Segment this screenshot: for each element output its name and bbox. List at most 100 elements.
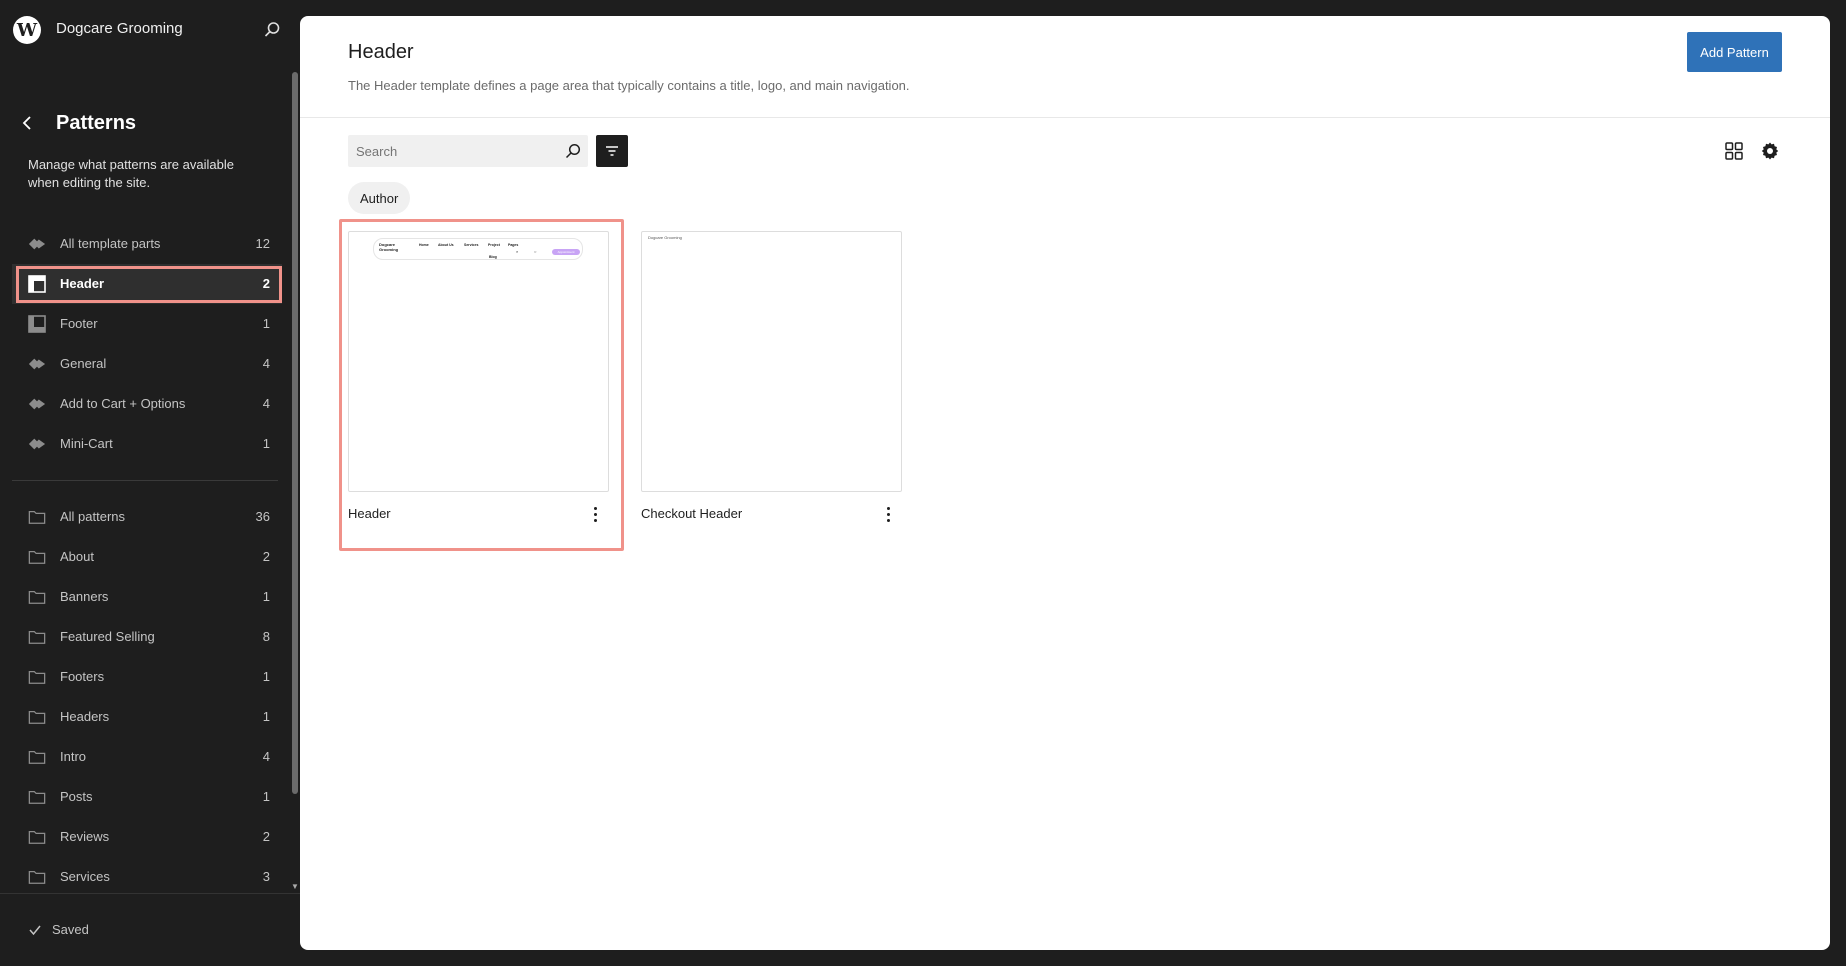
sidebar-item-count: 1 bbox=[262, 436, 270, 451]
sidebar-item-footers[interactable]: Footers 1 bbox=[12, 657, 282, 697]
sidebar-item-count: 1 bbox=[262, 709, 270, 724]
sidebar-item-posts[interactable]: Posts 1 bbox=[12, 777, 282, 817]
diamond-icon bbox=[28, 235, 46, 253]
preview-logo: Dogcare Grooming bbox=[379, 242, 399, 252]
sidebar-item-count: 3 bbox=[262, 869, 270, 884]
folder-icon bbox=[28, 748, 46, 766]
sidebar-item-intro[interactable]: Intro 4 bbox=[12, 737, 282, 777]
preview-search-icon: ⌕ bbox=[516, 249, 519, 254]
sidebar-item-label: Posts bbox=[60, 789, 93, 804]
scroll-down-arrow-icon[interactable]: ▼ bbox=[291, 882, 299, 891]
footer-layout-icon bbox=[28, 315, 46, 333]
filter-button[interactable] bbox=[596, 135, 628, 167]
site-title[interactable]: Dogcare Grooming bbox=[56, 20, 183, 37]
sidebar-item-mini-cart[interactable]: Mini-Cart 1 bbox=[12, 424, 282, 464]
header-layout-icon bbox=[28, 275, 46, 293]
diamond-icon bbox=[28, 395, 46, 413]
sidebar-title: Patterns bbox=[56, 112, 137, 134]
sidebar-item-label: Banners bbox=[60, 589, 109, 604]
sidebar-item-label: Header bbox=[60, 276, 105, 291]
page-description: The Header template defines a page area … bbox=[348, 78, 910, 93]
sidebar-item-add-to-cart-options[interactable]: Add to Cart + Options 4 bbox=[12, 384, 282, 424]
sidebar-item-count: 2 bbox=[262, 276, 270, 291]
sidebar-item-label: Footers bbox=[60, 669, 105, 684]
sidebar-item-label: Featured Selling bbox=[60, 629, 155, 644]
sidebar-item-count: 12 bbox=[255, 236, 270, 251]
folder-icon bbox=[28, 668, 46, 686]
page-title: Header bbox=[348, 41, 414, 63]
header-divider bbox=[300, 117, 1830, 118]
grid-view-icon[interactable] bbox=[1724, 141, 1744, 161]
sidebar-item-all-patterns[interactable]: All patterns 36 bbox=[12, 497, 282, 537]
preview-cart-icon: ○ bbox=[534, 249, 537, 254]
checkmark-icon bbox=[29, 925, 41, 935]
search-icon bbox=[565, 143, 581, 159]
sidebar-scrollbar[interactable] bbox=[292, 72, 298, 794]
add-pattern-button[interactable]: Add Pattern bbox=[1687, 32, 1782, 72]
folder-icon bbox=[28, 708, 46, 726]
pattern-card[interactable]: Dogcare Grooming Home About Us Services … bbox=[348, 231, 609, 522]
preview-nav-item: Pages bbox=[508, 243, 519, 247]
search-icon[interactable] bbox=[262, 20, 282, 40]
sidebar-item-all-template-parts[interactable]: All template parts 12 bbox=[12, 224, 282, 264]
sidebar-item-count: 1 bbox=[262, 316, 270, 331]
preview-site-title: Dogcare Grooming bbox=[648, 235, 682, 240]
sidebar-item-label: Mini-Cart bbox=[60, 436, 113, 451]
filter-icon bbox=[606, 146, 618, 156]
site-hub: W Dogcare Grooming bbox=[0, 0, 300, 60]
sidebar-item-label: Footer bbox=[60, 316, 98, 331]
sidebar-item-label: Services bbox=[60, 869, 110, 884]
diamond-icon bbox=[28, 355, 46, 373]
pattern-preview[interactable]: Dogcare Grooming bbox=[641, 231, 902, 492]
folder-icon bbox=[28, 508, 46, 526]
more-options-icon[interactable] bbox=[587, 504, 603, 524]
sidebar-item-featured-selling[interactable]: Featured Selling 8 bbox=[12, 617, 282, 657]
back-chevron-icon[interactable] bbox=[18, 113, 38, 133]
sidebar-item-reviews[interactable]: Reviews 2 bbox=[12, 817, 282, 857]
search-input[interactable] bbox=[348, 135, 558, 167]
sidebar-item-headers[interactable]: Headers 1 bbox=[12, 697, 282, 737]
sidebar-divider bbox=[12, 480, 278, 481]
sidebar-item-banners[interactable]: Banners 1 bbox=[12, 577, 282, 617]
folder-icon bbox=[28, 788, 46, 806]
sidebar-item-count: 4 bbox=[262, 356, 270, 371]
preview-nav-item: Services bbox=[464, 243, 479, 247]
sidebar-item-general[interactable]: General 4 bbox=[12, 344, 282, 384]
sidebar-item-label: All template parts bbox=[60, 236, 161, 251]
sidebar-item-label: General bbox=[60, 356, 107, 371]
sidebar: W Dogcare Grooming Patterns Manage what … bbox=[0, 0, 300, 966]
pattern-card-title[interactable]: Header bbox=[348, 506, 391, 521]
sidebar-item-footer[interactable]: Footer 1 bbox=[12, 304, 282, 344]
sidebar-item-about[interactable]: About 2 bbox=[12, 537, 282, 577]
sidebar-item-count: 2 bbox=[262, 829, 270, 844]
pattern-card-title[interactable]: Checkout Header bbox=[641, 506, 742, 521]
folder-icon bbox=[28, 628, 46, 646]
pattern-card[interactable]: Dogcare Grooming Checkout Header bbox=[641, 231, 902, 522]
sidebar-item-count: 4 bbox=[262, 396, 270, 411]
main-canvas: Header The Header template defines a pag… bbox=[300, 16, 1830, 950]
preview-header-bar: Dogcare Grooming Home About Us Services … bbox=[373, 238, 583, 260]
sidebar-item-label: All patterns bbox=[60, 509, 126, 524]
sidebar-item-label: Intro bbox=[60, 749, 87, 764]
sidebar-item-label: Reviews bbox=[60, 829, 110, 844]
diamond-icon bbox=[28, 435, 46, 453]
preview-nav-item: About Us bbox=[438, 243, 454, 247]
sidebar-item-count: 4 bbox=[262, 749, 270, 764]
gear-icon[interactable] bbox=[1760, 141, 1780, 161]
author-filter-chip[interactable]: Author bbox=[348, 182, 411, 214]
sidebar-item-label: About bbox=[60, 549, 94, 564]
wordpress-logo-icon[interactable]: W bbox=[13, 16, 41, 44]
folder-icon bbox=[28, 868, 46, 886]
folder-icon bbox=[28, 588, 46, 606]
pattern-preview[interactable]: Dogcare Grooming Home About Us Services … bbox=[348, 231, 609, 492]
folder-icon bbox=[28, 548, 46, 566]
more-options-icon[interactable] bbox=[880, 504, 896, 524]
pattern-categories-list: All patterns 36 About 2 Banners 1 Featur… bbox=[12, 497, 282, 897]
sidebar-item-services[interactable]: Services 3 bbox=[12, 857, 282, 897]
sidebar-item-count: 36 bbox=[255, 509, 270, 524]
preview-nav-item: Blog bbox=[489, 255, 497, 259]
sidebar-item-count: 1 bbox=[262, 669, 270, 684]
template-parts-list: All template parts 12 Header 2 Footer 1 … bbox=[12, 224, 282, 464]
sidebar-item-header[interactable]: Header 2 bbox=[12, 264, 282, 304]
save-status: Saved bbox=[28, 922, 89, 937]
